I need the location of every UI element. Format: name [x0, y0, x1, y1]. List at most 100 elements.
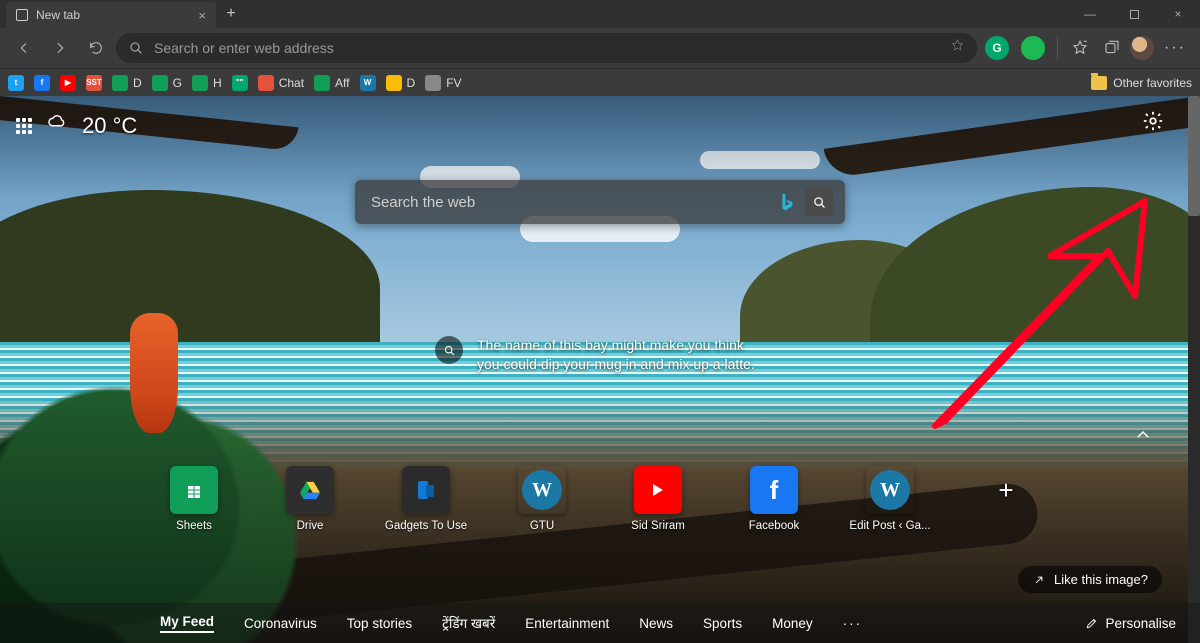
quick-link-tile[interactable]: fFacebook: [739, 466, 809, 532]
quick-link-tile[interactable]: Sheets: [159, 466, 229, 532]
address-placeholder: Search or enter web address: [154, 40, 940, 56]
image-caption: The name of this bay might make you thin…: [435, 336, 765, 374]
info-search-icon[interactable]: [435, 336, 463, 364]
bookmark-label: D: [133, 76, 142, 90]
bookmark-label: G: [173, 76, 182, 90]
bookmark-item[interactable]: "": [232, 75, 248, 91]
quick-links: Sheets Drive Gadgets To Use WGTU Sid Sriram f…: [159, 466, 1041, 532]
bookmark-icon: SST: [86, 75, 102, 91]
bookmark-label: H: [213, 76, 222, 90]
bookmark-icon: t: [8, 75, 24, 91]
bookmark-icon: [258, 75, 274, 91]
like-image-label: Like this image?: [1054, 572, 1148, 587]
quick-link-tile[interactable]: WGTU: [507, 466, 577, 532]
tile-label: Drive: [297, 520, 324, 532]
bookmark-icon: [472, 75, 488, 91]
address-bar[interactable]: Search or enter web address: [116, 33, 977, 63]
close-window-button[interactable]: ×: [1156, 0, 1200, 28]
temperature-value[interactable]: 20 °C: [82, 113, 137, 139]
window-titlebar: New tab × + — ×: [0, 0, 1200, 28]
scrollbar[interactable]: [1188, 96, 1200, 643]
bookmark-icon: [386, 75, 402, 91]
bookmark-item[interactable]: SST: [86, 75, 102, 91]
weather-icon[interactable]: [46, 112, 68, 139]
bookmark-item[interactable]: D: [386, 75, 416, 91]
web-search-box[interactable]: Search the web: [355, 180, 845, 224]
page-settings-gear-icon[interactable]: [1142, 110, 1164, 137]
tile-label: Sid Sriram: [631, 520, 685, 532]
collapse-chevron-icon[interactable]: [1134, 426, 1152, 449]
tile-label: Sheets: [176, 520, 212, 532]
maximize-button[interactable]: [1112, 0, 1156, 28]
feed-tab[interactable]: Coronavirus: [244, 616, 317, 631]
tile-label: Facebook: [749, 520, 800, 532]
bookmark-item[interactable]: H: [192, 75, 222, 91]
quick-link-tile[interactable]: Drive: [275, 466, 345, 532]
tile-label: Gadgets To Use: [385, 520, 467, 532]
collections-icon[interactable]: [1098, 34, 1126, 62]
more-menu-button[interactable]: ···: [1158, 39, 1192, 57]
favorites-icon[interactable]: [1066, 34, 1094, 62]
feed-more-icon[interactable]: ···: [843, 616, 863, 631]
bookmark-label: D: [407, 76, 416, 90]
scrollbar-thumb[interactable]: [1188, 96, 1200, 216]
grammarly-extension-icon[interactable]: G: [985, 36, 1009, 60]
bookmark-icon: "": [232, 75, 248, 91]
bookmark-icon: [152, 75, 168, 91]
bookmark-item[interactable]: D: [112, 75, 142, 91]
other-favorites[interactable]: Other favorites: [1091, 76, 1192, 90]
bookmark-icon: W: [360, 75, 376, 91]
browser-toolbar: Search or enter web address G ···: [0, 28, 1200, 68]
quick-link-tile[interactable]: Sid Sriram: [623, 466, 693, 532]
page-icon: [16, 9, 28, 21]
personalise-label: Personalise: [1105, 616, 1176, 631]
caption-text: The name of this bay might make you thin…: [477, 336, 765, 374]
bookmark-label: Aff: [335, 76, 349, 90]
bookmark-item[interactable]: f: [34, 75, 50, 91]
feed-tab[interactable]: ट्रेंडिंग खबरें: [442, 614, 495, 632]
forward-button[interactable]: [44, 32, 76, 64]
bookmark-item[interactable]: Chat: [258, 75, 304, 91]
bookmark-icon: [192, 75, 208, 91]
refresh-button[interactable]: [80, 32, 112, 64]
separator: [1057, 37, 1058, 59]
app-grid-icon[interactable]: [16, 118, 32, 134]
web-search-placeholder: Search the web: [371, 194, 769, 211]
browser-tab[interactable]: New tab ×: [6, 2, 216, 28]
quick-link-tile[interactable]: WEdit Post ‹ Ga...: [855, 466, 925, 532]
bookmark-item[interactable]: ▶: [60, 75, 76, 91]
personalise-button[interactable]: Personalise: [1085, 616, 1176, 631]
minimize-button[interactable]: —: [1068, 0, 1112, 28]
feed-tab[interactable]: Sports: [703, 616, 742, 631]
extension-icon[interactable]: [1021, 36, 1045, 60]
feed-tab[interactable]: Top stories: [347, 616, 412, 631]
folder-icon: [1091, 76, 1107, 90]
bookmark-item[interactable]: [472, 75, 488, 91]
profile-avatar[interactable]: [1130, 36, 1154, 60]
feed-tab[interactable]: My Feed: [160, 614, 214, 633]
bookmark-item[interactable]: Aff: [314, 75, 349, 91]
back-button[interactable]: [8, 32, 40, 64]
bookmark-item[interactable]: t: [8, 75, 24, 91]
bookmark-item[interactable]: W: [360, 75, 376, 91]
feed-tab[interactable]: News: [639, 616, 673, 631]
bookmark-icon: [112, 75, 128, 91]
feed-bar: My Feed Coronavirus Top stories ट्रेंडिंग ख…: [0, 603, 1200, 643]
bookmark-icon: [425, 75, 441, 91]
bookmark-icon: f: [34, 75, 50, 91]
web-search-button[interactable]: [805, 188, 833, 216]
add-tile-button[interactable]: +: [971, 466, 1041, 532]
bookmark-item[interactable]: FV: [425, 75, 461, 91]
close-tab-icon[interactable]: ×: [198, 8, 206, 23]
like-image-button[interactable]: Like this image?: [1018, 566, 1162, 593]
new-tab-button[interactable]: +: [216, 0, 246, 28]
quick-link-tile[interactable]: Gadgets To Use: [391, 466, 461, 532]
favorite-star-icon[interactable]: [950, 38, 965, 58]
bookmark-icon: ▶: [60, 75, 76, 91]
bookmark-item[interactable]: G: [152, 75, 182, 91]
feed-tab[interactable]: Entertainment: [525, 616, 609, 631]
bing-icon: [779, 192, 795, 212]
feed-tab[interactable]: Money: [772, 616, 813, 631]
bookmark-label: Chat: [279, 76, 304, 90]
tab-title: New tab: [36, 8, 80, 22]
